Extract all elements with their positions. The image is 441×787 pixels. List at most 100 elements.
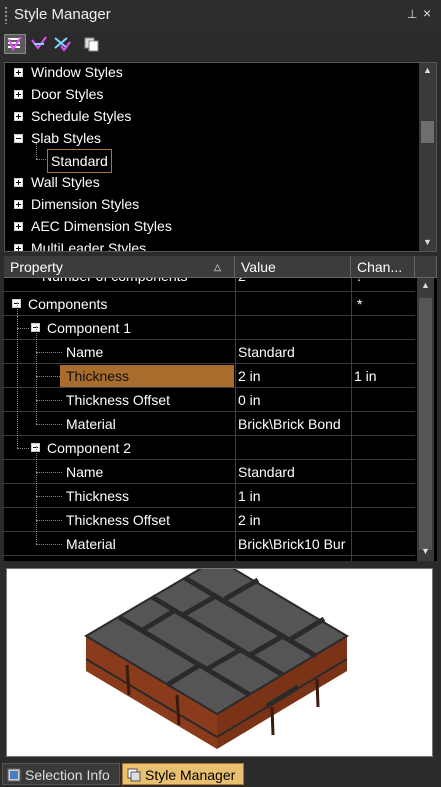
scroll-thumb[interactable] — [419, 298, 432, 550]
table-row[interactable]: Name Standard — [4, 460, 415, 484]
column-header-label: Property — [10, 259, 63, 275]
tree-connector — [36, 446, 38, 544]
expand-icon[interactable] — [14, 90, 23, 99]
property-name: Thickness — [66, 368, 130, 384]
table-row[interactable]: Component 1 — [4, 316, 415, 340]
expand-icon[interactable] — [14, 244, 23, 251]
tree-connector — [17, 302, 19, 316]
tree-item-label: Slab Styles — [31, 130, 102, 146]
property-name: Thickness — [66, 488, 130, 504]
expand-icon[interactable] — [14, 200, 23, 209]
table-row[interactable]: Component 2 — [4, 436, 415, 460]
expand-icon[interactable] — [14, 222, 23, 231]
property-value[interactable]: Brick\Brick10 Bur — [238, 532, 351, 556]
panel-tabs: Selection Info Style Manager — [0, 761, 441, 787]
window-title: Style Manager — [14, 6, 111, 23]
tree-item-label: Wall Styles — [31, 174, 100, 190]
property-value[interactable]: Standard — [238, 340, 295, 364]
drag-grip[interactable] — [4, 6, 8, 24]
tree-item-label: Schedule Styles — [31, 108, 132, 124]
property-value[interactable]: 0 in — [238, 388, 261, 412]
column-header-value-overlay[interactable]: Value — [235, 256, 351, 278]
copy-style-icon — [84, 37, 99, 52]
show-styles-button[interactable] — [29, 34, 51, 54]
tree-connector — [36, 520, 62, 522]
expand-icon[interactable] — [14, 112, 23, 121]
tree-scrollbar[interactable]: ▲ ▼ — [419, 63, 436, 251]
title-bar: Style Manager ⊥ × — [0, 0, 441, 30]
tree-connector — [36, 472, 62, 474]
close-icon[interactable]: × — [423, 5, 431, 21]
property-grid: Property △ Value Chan... Number of compo… — [4, 256, 437, 561]
brick-slab-preview — [84, 557, 349, 749]
scroll-down-icon[interactable]: ▼ — [419, 235, 436, 250]
sort-icon[interactable]: △ — [214, 256, 221, 278]
tree-connector — [36, 424, 62, 426]
tree-connector — [36, 496, 62, 498]
column-header-changed-overlay[interactable]: Chan... — [351, 256, 415, 278]
property-name: Material — [66, 536, 116, 552]
property-name: Components — [28, 296, 108, 312]
tree-item-label: AEC Dimension Styles — [31, 218, 172, 234]
toolbar — [0, 30, 441, 58]
property-name: Material — [66, 416, 116, 432]
purge-styles-button[interactable] — [52, 34, 74, 54]
style-preview — [6, 557, 433, 757]
column-header-label: Value — [241, 259, 276, 275]
style-tree[interactable]: Window Styles Door Styles Schedule Style… — [4, 62, 437, 252]
column-header-label: Chan... — [357, 259, 403, 275]
scroll-thumb[interactable] — [421, 121, 434, 143]
property-value[interactable]: Standard — [238, 460, 295, 484]
tree-item-label: Window Styles — [31, 64, 123, 80]
tab-label: Selection Info — [25, 767, 110, 783]
show-styles-icon — [31, 36, 47, 50]
tree-item-label: MultiLeader Styles — [31, 240, 147, 252]
expand-icon[interactable] — [14, 68, 23, 77]
purge-styles-icon — [54, 37, 71, 52]
tree-connector — [36, 544, 62, 546]
table-row[interactable]: Name Standard — [4, 340, 415, 364]
property-value[interactable]: 2 in — [238, 364, 261, 388]
tree-connector — [17, 448, 29, 450]
tree-connector — [36, 326, 38, 424]
filter-style-type-icon — [8, 36, 22, 52]
copy-style-button[interactable] — [81, 34, 103, 54]
grid-scrollbar[interactable]: ▲ ▼ — [417, 278, 434, 561]
table-row-selected[interactable]: Thickness 2 in 1 in — [4, 364, 415, 388]
selection-info-icon — [7, 768, 21, 782]
expand-icon[interactable] — [14, 178, 23, 187]
style-manager-icon — [127, 768, 141, 782]
tab-selection-info[interactable]: Selection Info — [2, 763, 120, 785]
property-name: Thickness Offset — [66, 392, 171, 408]
scroll-up-icon[interactable]: ▲ — [417, 278, 434, 293]
table-row[interactable]: Material Brick\Brick10 Bur — [4, 532, 415, 556]
filter-style-type-button[interactable] — [4, 34, 26, 54]
table-row[interactable]: Thickness 1 in — [4, 484, 415, 508]
property-name: Component 2 — [47, 440, 132, 456]
tree-connector — [36, 352, 62, 354]
table-row[interactable]: Material Brick\Brick Bond — [4, 412, 415, 436]
property-value[interactable]: 2 in — [238, 508, 261, 532]
tab-style-manager[interactable]: Style Manager — [122, 763, 244, 785]
pin-icon[interactable]: ⊥ — [407, 7, 417, 21]
table-row[interactable]: Thickness Offset 2 in — [4, 508, 415, 532]
scroll-up-icon[interactable]: ▲ — [419, 63, 436, 78]
tree-item-label: Door Styles — [31, 86, 104, 102]
collapse-icon[interactable] — [14, 134, 23, 143]
tree-item-label-selected: Standard — [47, 149, 112, 173]
header-corner — [415, 256, 437, 278]
property-value[interactable]: Brick\Brick Bond — [238, 412, 341, 436]
property-changed: 1 in — [354, 368, 377, 384]
property-name: Thickness Offset — [66, 512, 171, 528]
property-changed: * — [357, 296, 363, 312]
table-row[interactable]: Thickness Offset 0 in — [4, 388, 415, 412]
property-value[interactable]: 1 in — [238, 484, 261, 508]
property-name: Name — [66, 344, 104, 360]
tree-connector — [36, 400, 62, 402]
tree-connector — [36, 376, 60, 378]
tree-item-label: Dimension Styles — [31, 196, 140, 212]
column-header-property-overlay[interactable]: Property △ — [4, 256, 235, 278]
table-row[interactable]: Components * — [4, 292, 415, 316]
property-name: Name — [66, 464, 104, 480]
scroll-down-icon[interactable]: ▼ — [417, 544, 434, 559]
